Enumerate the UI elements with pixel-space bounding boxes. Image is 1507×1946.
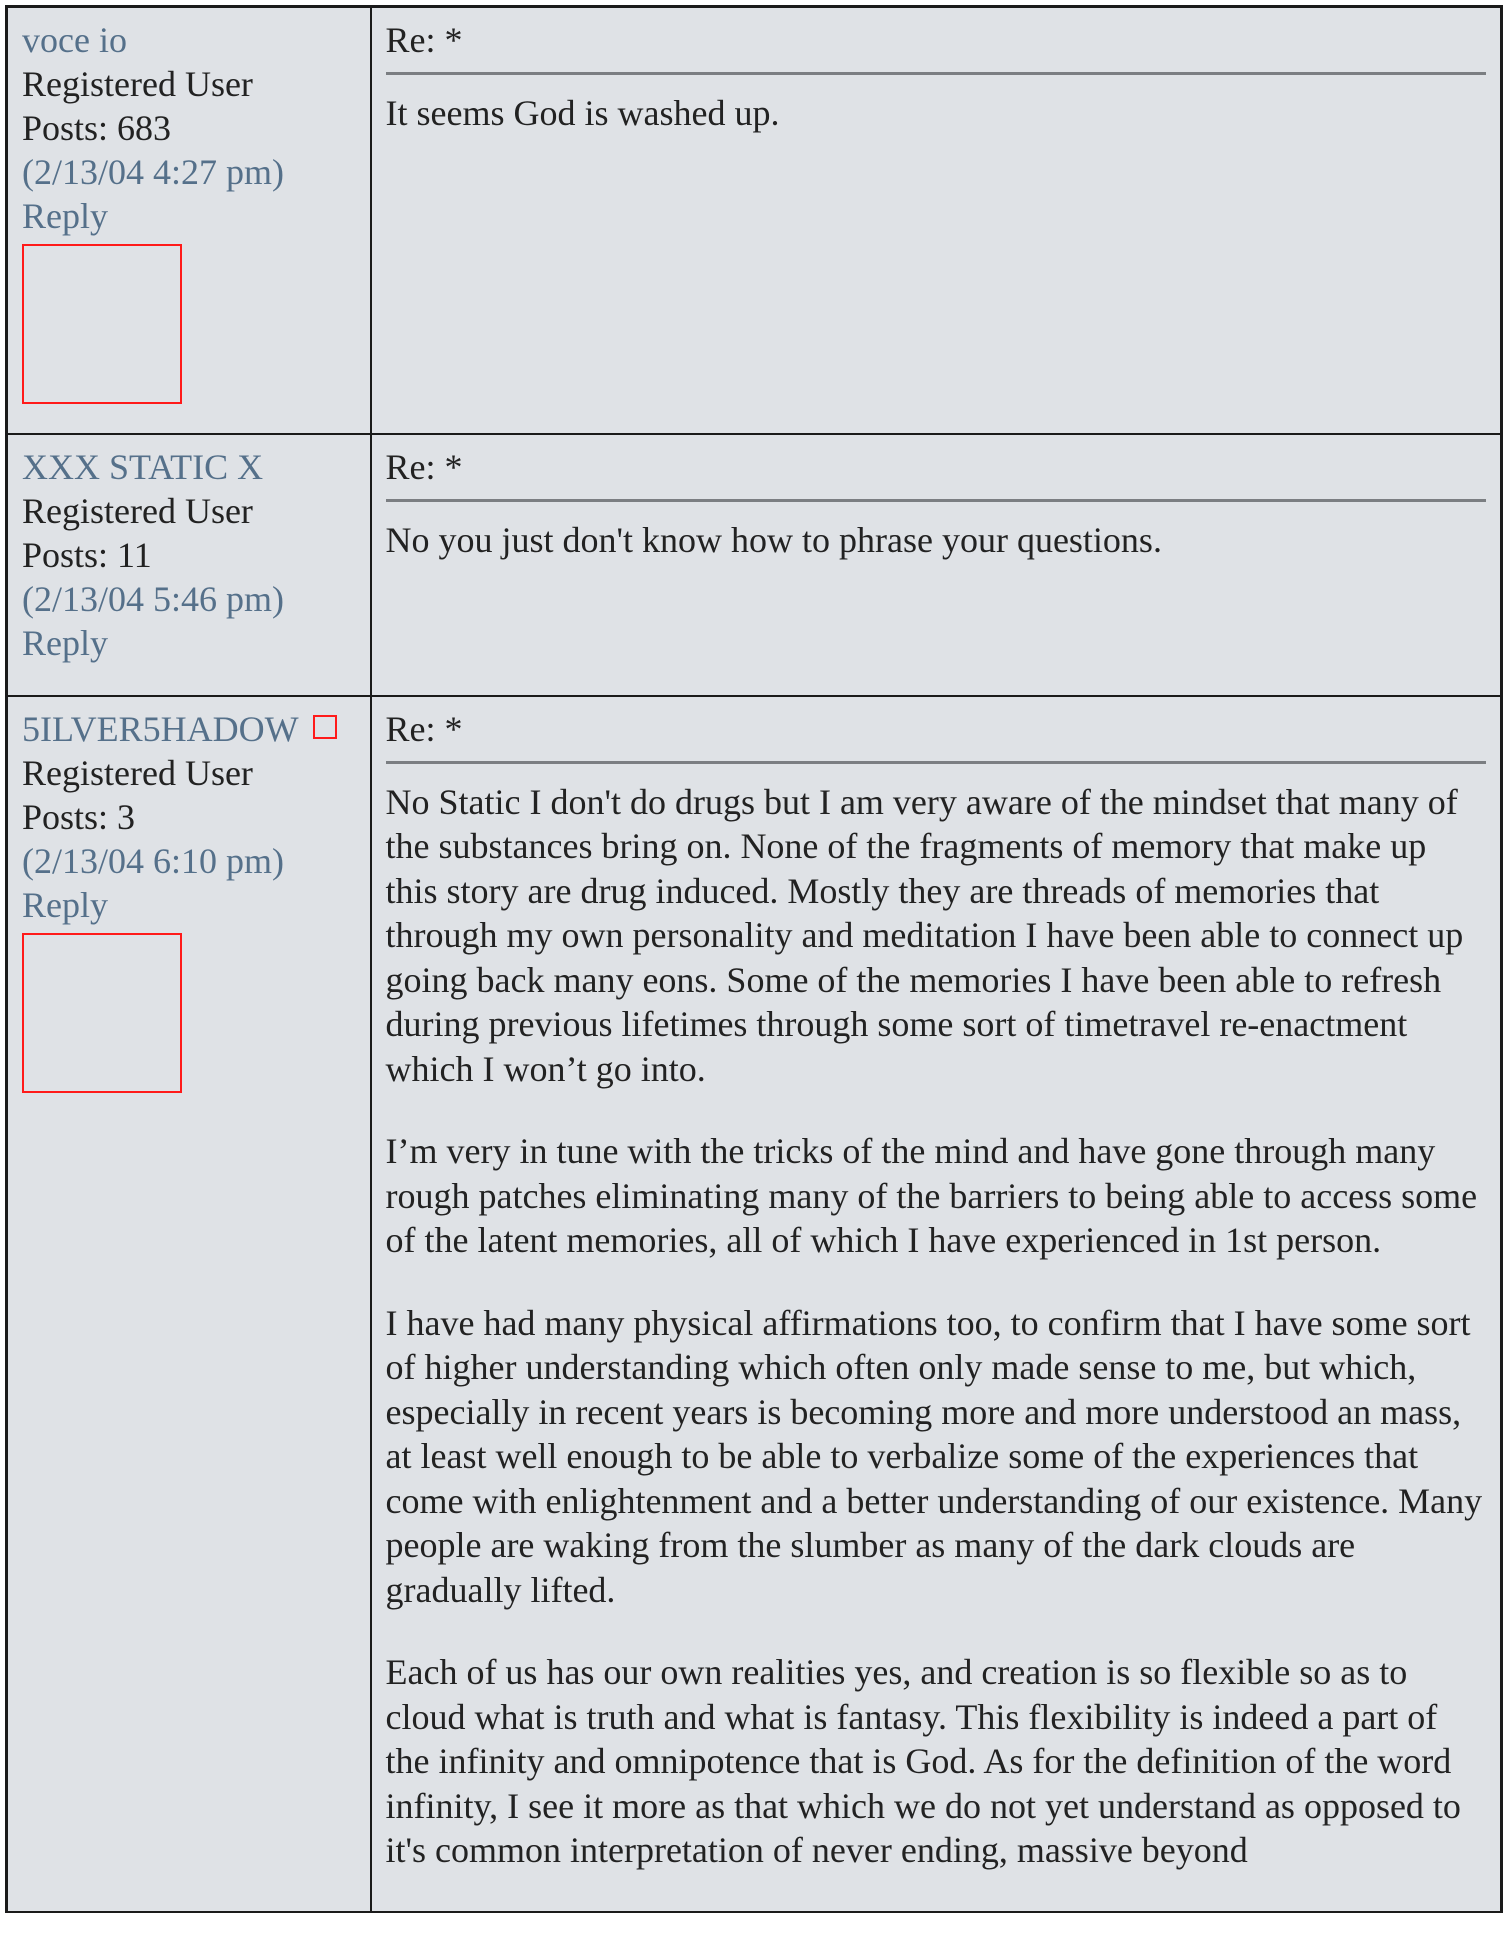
post-paragraph: I have had many physical affirmations to…: [385, 1302, 1483, 1610]
subject-divider: [385, 72, 1486, 75]
post-row: voce io Registered User Posts: 683 (2/13…: [5, 5, 1503, 435]
post-paragraph: Each of us has our own realities yes, an…: [385, 1652, 1461, 1870]
post-timestamp: (2/13/04 4:27 pm): [22, 152, 284, 192]
author-panel: XXX STATIC X Registered User Posts: 11 (…: [5, 432, 372, 697]
forum-thread: voce io Registered User Posts: 683 (2/13…: [5, 5, 1503, 1913]
post-subject: Re: *: [385, 20, 463, 60]
post-paragraph: No you just don't know how to phrase you…: [385, 519, 1162, 560]
avatar-image-placeholder: [22, 244, 182, 404]
author-link[interactable]: voce io: [22, 18, 127, 62]
subject-divider: [385, 498, 1486, 502]
post-paragraph: I’m very in tune with the tricks of the …: [385, 1131, 1478, 1260]
avatar-image-placeholder: [22, 932, 182, 1093]
post-content: Re: * No Static I don't do drugs but I a…: [369, 694, 1503, 1913]
author-role: Registered User: [22, 752, 253, 793]
post-count: Posts: 683: [22, 108, 172, 148]
post-count: Posts: 11: [22, 534, 152, 575]
post-content: Re: * It seems God is washed up.: [369, 5, 1503, 435]
post-timestamp: (2/13/04 6:10 pm): [22, 840, 284, 881]
post-row: 5ILVER5HADOW Registered User Posts: 3 (2…: [5, 694, 1503, 1913]
post-subject: Re: *: [385, 708, 463, 749]
post-body: No you just don't know how to phrase you…: [386, 518, 1487, 563]
post-subject: Re: *: [385, 446, 463, 487]
post-paragraph: No Static I don't do drugs but I am very…: [385, 781, 1464, 1089]
reply-link[interactable]: Reply: [22, 883, 108, 927]
reply-link[interactable]: Reply: [22, 621, 108, 665]
subject-divider: [385, 760, 1486, 764]
author-panel: voce io Registered User Posts: 683 (2/13…: [5, 5, 372, 435]
reply-link[interactable]: Reply: [22, 194, 108, 238]
author-link[interactable]: 5ILVER5HADOW: [22, 707, 299, 751]
author-role: Registered User: [22, 490, 253, 531]
status-icon-placeholder: [312, 714, 337, 739]
post-row: XXX STATIC X Registered User Posts: 11 (…: [5, 432, 1503, 697]
post-body: It seems God is washed up.: [386, 91, 1487, 136]
post-body: No Static I don't do drugs but I am very…: [386, 780, 1487, 1873]
post-count: Posts: 3: [22, 796, 136, 837]
post-timestamp: (2/13/04 5:46 pm): [22, 578, 284, 619]
author-link[interactable]: XXX STATIC X: [22, 445, 263, 489]
author-panel: 5ILVER5HADOW Registered User Posts: 3 (2…: [5, 694, 372, 1913]
post-content: Re: * No you just don't know how to phra…: [369, 432, 1503, 697]
post-paragraph: It seems God is washed up.: [385, 93, 780, 133]
author-role: Registered User: [22, 64, 253, 104]
